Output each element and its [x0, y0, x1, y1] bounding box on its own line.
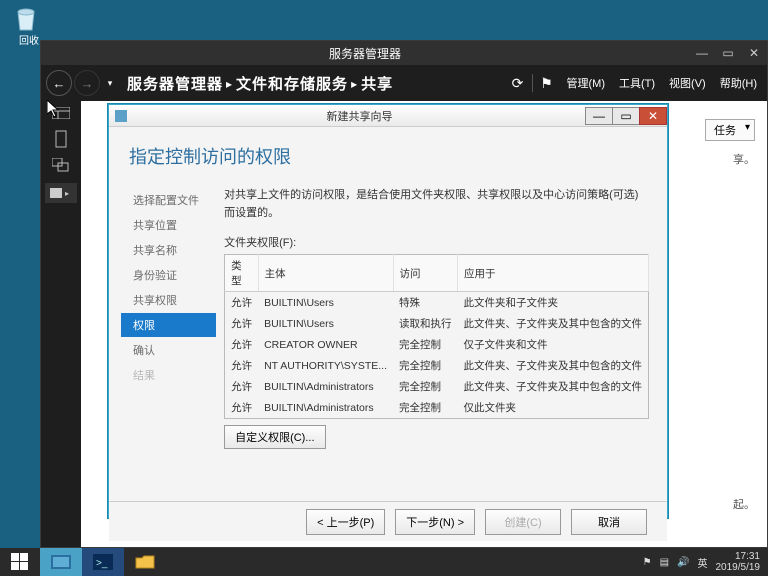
menu-tools[interactable]: 工具(T) [613, 71, 661, 95]
table-row[interactable]: 允许NT AUTHORITY\SYSTE...完全控制此文件夹、子文件夹及其中包… [225, 355, 649, 376]
wizard-create-button[interactable]: 创建(C) [485, 509, 561, 535]
taskbar-server-manager[interactable] [40, 548, 82, 576]
col-type[interactable]: 类型 [225, 255, 259, 292]
table-row[interactable]: 允许BUILTIN\Users读取和执行此文件夹、子文件夹及其中包含的文件 [225, 313, 649, 334]
breadcrumb-l3[interactable]: 共享 [361, 76, 393, 93]
nav-back-button[interactable]: ← [46, 70, 72, 96]
col-applied[interactable]: 应用于 [458, 255, 649, 292]
wizard-nav-item[interactable]: 权限 [121, 313, 216, 337]
nav-forward-button[interactable]: → [74, 70, 100, 96]
svg-text:>_: >_ [96, 558, 108, 569]
wizard-prev-button[interactable]: < 上一步(P) [306, 509, 385, 535]
tray-clock[interactable]: 17:31 2019/5/19 [716, 551, 761, 573]
tray-sound-icon[interactable]: 🔊 [677, 557, 689, 568]
wizard-next-button[interactable]: 下一步(N) > [395, 509, 475, 535]
recycle-bin-icon [10, 2, 42, 34]
breadcrumb-l2[interactable]: 文件和存储服务 [236, 76, 348, 93]
tray-time: 17:31 [716, 551, 761, 562]
wizard-close-button[interactable]: ✕ [639, 107, 667, 125]
wizard-titlebar: 新建共享向导 — ▭ ✕ [109, 105, 667, 127]
sidebar-all-servers-icon[interactable] [50, 157, 72, 173]
server-manager-titlebar: 服务器管理器 — ▭ ✕ [41, 41, 767, 65]
wizard-title: 新建共享向导 [133, 108, 586, 124]
wizard-footer: < 上一步(P) 下一步(N) > 创建(C) 取消 [109, 501, 667, 541]
tray-network-icon[interactable]: ▤ [660, 557, 669, 568]
breadcrumb-root[interactable]: 服务器管理器 [127, 76, 223, 93]
taskbar-explorer[interactable] [124, 548, 166, 576]
system-tray: ⚑ ▤ 🔊 英 17:31 2019/5/19 [635, 548, 768, 576]
start-button[interactable] [0, 548, 40, 576]
permissions-table: 类型 主体 访问 应用于 允许BUILTIN\Users特殊此文件夹和子文件夹允… [224, 254, 649, 419]
customize-permissions-button[interactable]: 自定义权限(C)... [224, 425, 325, 449]
nav-dropdown-button[interactable]: ▾ [102, 70, 118, 96]
content-hint-top: 享。 [733, 151, 755, 167]
wizard-nav-item[interactable]: 共享位置 [127, 213, 216, 237]
close-button[interactable]: ✕ [741, 43, 767, 63]
wizard-nav: 选择配置文件共享位置共享名称身份验证共享权限权限确认结果 [109, 179, 216, 501]
folder-permissions-label: 文件夹权限(F): [224, 234, 649, 250]
toolbar-right: ⟳ ⚑ 管理(M) 工具(T) 视图(V) 帮助(H) [506, 71, 764, 95]
new-share-wizard: 新建共享向导 — ▭ ✕ 指定控制访问的权限 选择配置文件共享位置共享名称身份验… [108, 104, 668, 518]
wizard-nav-item: 结果 [127, 363, 216, 387]
col-principal[interactable]: 主体 [258, 255, 393, 292]
content-hint-bottom: 起。 [733, 496, 755, 512]
wizard-nav-item[interactable]: 确认 [127, 338, 216, 362]
taskbar: >_ ⚑ ▤ 🔊 英 17:31 2019/5/19 [0, 548, 768, 576]
server-manager-sidebar: ▸ [41, 101, 81, 547]
wizard-nav-item[interactable]: 共享名称 [127, 238, 216, 262]
sidebar-dashboard-icon[interactable] [50, 105, 72, 121]
server-manager-title: 服务器管理器 [41, 45, 689, 62]
wizard-maximize-button[interactable]: ▭ [612, 107, 640, 125]
menu-manage[interactable]: 管理(M) [561, 71, 612, 95]
minimize-button[interactable]: — [689, 43, 715, 63]
breadcrumb: 服务器管理器▸文件和存储服务▸共享 [127, 73, 393, 94]
table-row[interactable]: 允许BUILTIN\Users特殊此文件夹和子文件夹 [225, 292, 649, 314]
windows-logo-icon [11, 553, 29, 571]
wizard-cancel-button[interactable]: 取消 [571, 509, 647, 535]
sidebar-file-services-icon[interactable]: ▸ [45, 183, 77, 203]
sidebar-local-server-icon[interactable] [50, 131, 72, 147]
table-row[interactable]: 允许BUILTIN\Administrators完全控制仅此文件夹 [225, 397, 649, 419]
tray-ime[interactable]: 英 [698, 555, 708, 570]
menu-view[interactable]: 视图(V) [663, 71, 712, 95]
wizard-content: 对共享上文件的访问权限，是结合使用文件夹权限、共享权限以及中心访问策略(可选)而… [216, 179, 667, 501]
col-access[interactable]: 访问 [393, 255, 458, 292]
table-row[interactable]: 允许CREATOR OWNER完全控制仅子文件夹和文件 [225, 334, 649, 355]
wizard-nav-item[interactable]: 共享权限 [127, 288, 216, 312]
wizard-nav-item[interactable]: 身份验证 [127, 263, 216, 287]
maximize-button[interactable]: ▭ [715, 43, 741, 63]
wizard-description: 对共享上文件的访问权限，是结合使用文件夹权限、共享权限以及中心访问策略(可选)而… [224, 187, 649, 222]
tray-date: 2019/5/19 [716, 562, 761, 573]
wizard-title-icon [113, 108, 129, 124]
table-row[interactable]: 允许BUILTIN\Administrators完全控制此文件夹、子文件夹及其中… [225, 376, 649, 397]
tray-flag-icon[interactable]: ⚑ [643, 557, 652, 568]
tasks-dropdown[interactable]: 任务 [705, 119, 755, 141]
wizard-heading: 指定控制访问的权限 [109, 127, 667, 179]
wizard-nav-item[interactable]: 选择配置文件 [127, 188, 216, 212]
wizard-minimize-button[interactable]: — [585, 107, 613, 125]
flag-icon[interactable]: ⚑ [535, 71, 559, 95]
server-manager-toolbar: ← → ▾ 服务器管理器▸文件和存储服务▸共享 ⟳ ⚑ 管理(M) 工具(T) … [41, 65, 767, 101]
refresh-icon[interactable]: ⟳ [506, 71, 530, 95]
menu-help[interactable]: 帮助(H) [714, 71, 763, 95]
taskbar-powershell[interactable]: >_ [82, 548, 124, 576]
